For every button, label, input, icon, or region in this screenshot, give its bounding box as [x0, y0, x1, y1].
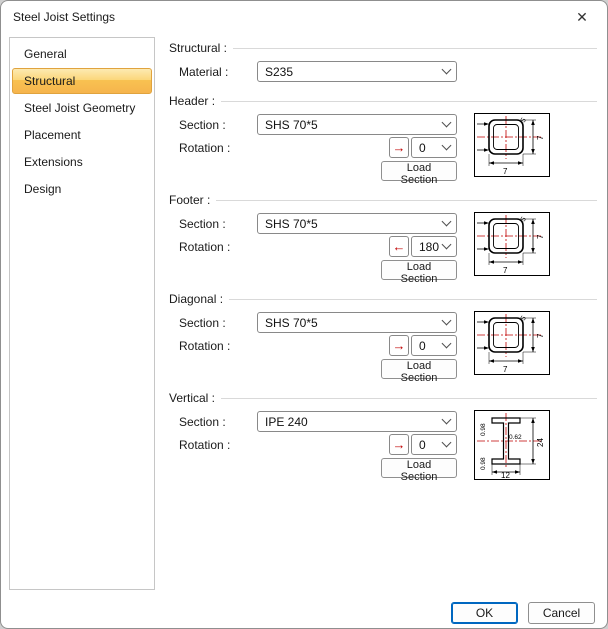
chevron-down-icon [442, 438, 452, 448]
header-section-preview: 7 7 5 [474, 113, 550, 177]
sidebar-item-extensions[interactable]: Extensions [12, 149, 152, 175]
group-divider [229, 299, 597, 300]
shs-section-diagram: 7 7 5 [474, 113, 550, 177]
chevron-down-icon [442, 415, 452, 425]
rotation-value: 0 [419, 339, 439, 353]
sidebar-item-general[interactable]: General [12, 41, 152, 67]
chevron-down-icon [442, 141, 452, 151]
group-footer: Footer : Section : SHS 70*5 Ro [169, 191, 597, 281]
group-vertical: Vertical : Section : IPE 240 R [169, 389, 597, 480]
group-divider [221, 101, 597, 102]
vertical-section-combobox[interactable]: IPE 240 [257, 411, 457, 432]
svg-text:0.98: 0.98 [480, 423, 487, 436]
group-title-diagonal: Diagonal : [169, 292, 229, 306]
section-value: SHS 70*5 [265, 217, 439, 231]
title-bar: Steel Joist Settings ✕ [1, 1, 607, 33]
section-label: Section : [179, 415, 257, 429]
rotation-arrow-icon: → [393, 438, 406, 451]
group-title-footer: Footer : [169, 193, 216, 207]
section-label: Section : [179, 316, 257, 330]
rotation-label: Rotation : [179, 141, 257, 155]
shs-section-diagram: 7 7 5 [474, 311, 550, 375]
svg-text:0.62: 0.62 [509, 434, 522, 441]
svg-text:12: 12 [501, 471, 510, 480]
group-structural: Structural : Material : S235 [169, 39, 597, 83]
vertical-load-section-button[interactable]: Load Section [381, 458, 457, 478]
material-value: S235 [265, 65, 439, 79]
dialog-footer: OK Cancel [1, 596, 607, 629]
header-rotation-combobox[interactable]: 0 [411, 137, 457, 158]
diagonal-rotation-combobox[interactable]: 0 [411, 335, 457, 356]
settings-nav: General Structural Steel Joist Geometry … [9, 37, 155, 590]
rotation-arrow-icon: → [393, 141, 406, 154]
svg-text:7: 7 [503, 167, 508, 176]
svg-text:7: 7 [536, 234, 545, 239]
chevron-down-icon [442, 217, 452, 227]
vertical-section-preview: 0.98 0.98 0.62 24 [474, 410, 550, 480]
vertical-rotation-direction-button[interactable]: → [389, 434, 409, 455]
header-load-section-button[interactable]: Load Section [381, 161, 457, 181]
rotation-label: Rotation : [179, 339, 257, 353]
section-value: IPE 240 [265, 415, 439, 429]
section-value: SHS 70*5 [265, 118, 439, 132]
group-divider [233, 48, 597, 49]
diagonal-section-preview: 7 7 5 [474, 311, 550, 375]
dialog-body: General Structural Steel Joist Geometry … [1, 33, 607, 596]
diagonal-load-section-button[interactable]: Load Section [381, 359, 457, 379]
rotation-arrow-icon: ← [393, 240, 406, 253]
chevron-down-icon [442, 118, 452, 128]
cancel-button[interactable]: Cancel [528, 602, 595, 624]
group-title-structural: Structural : [169, 41, 233, 55]
group-header: Header : Section : SHS 70*5 Ro [169, 92, 597, 182]
material-label: Material : [179, 65, 257, 79]
rotation-value: 180 [419, 240, 439, 254]
rotation-label: Rotation : [179, 438, 257, 452]
svg-text:7: 7 [536, 333, 545, 338]
section-label: Section : [179, 217, 257, 231]
group-divider [216, 200, 597, 201]
steel-joist-settings-dialog: Steel Joist Settings ✕ General Structura… [0, 0, 608, 629]
chevron-down-icon [442, 339, 452, 349]
svg-text:0.98: 0.98 [480, 457, 487, 470]
svg-text:7: 7 [503, 266, 508, 275]
group-title-header: Header : [169, 94, 221, 108]
sidebar-item-structural[interactable]: Structural [12, 68, 152, 94]
material-combobox[interactable]: S235 [257, 61, 457, 82]
rotation-arrow-icon: → [393, 339, 406, 352]
ok-button[interactable]: OK [451, 602, 518, 624]
settings-panel: Structural : Material : S235 [155, 33, 607, 596]
svg-text:7: 7 [536, 135, 545, 140]
diagonal-section-combobox[interactable]: SHS 70*5 [257, 312, 457, 333]
section-label: Section : [179, 118, 257, 132]
footer-rotation-combobox[interactable]: 180 [411, 236, 457, 257]
chevron-down-icon [442, 240, 452, 250]
footer-section-combobox[interactable]: SHS 70*5 [257, 213, 457, 234]
group-title-vertical: Vertical : [169, 391, 221, 405]
diagonal-rotation-direction-button[interactable]: → [389, 335, 409, 356]
chevron-down-icon [442, 316, 452, 326]
rotation-label: Rotation : [179, 240, 257, 254]
window-title: Steel Joist Settings [13, 10, 115, 24]
rotation-value: 0 [419, 141, 439, 155]
footer-load-section-button[interactable]: Load Section [381, 260, 457, 280]
svg-text:7: 7 [503, 365, 508, 374]
rotation-value: 0 [419, 438, 439, 452]
group-diagonal: Diagonal : Section : SHS 70*5 [169, 290, 597, 380]
sidebar-item-placement[interactable]: Placement [12, 122, 152, 148]
chevron-down-icon [442, 65, 452, 75]
close-icon[interactable]: ✕ [565, 4, 599, 30]
group-divider [221, 398, 597, 399]
svg-text:24: 24 [536, 438, 545, 447]
section-value: SHS 70*5 [265, 316, 439, 330]
footer-section-preview: 7 7 5 [474, 212, 550, 276]
header-rotation-direction-button[interactable]: → [389, 137, 409, 158]
footer-rotation-direction-button[interactable]: ← [389, 236, 409, 257]
shs-section-diagram: 7 7 5 [474, 212, 550, 276]
header-section-combobox[interactable]: SHS 70*5 [257, 114, 457, 135]
sidebar-item-design[interactable]: Design [12, 176, 152, 202]
vertical-rotation-combobox[interactable]: 0 [411, 434, 457, 455]
sidebar-item-steel-joist-geometry[interactable]: Steel Joist Geometry [12, 95, 152, 121]
ipe-section-diagram: 0.98 0.98 0.62 24 [474, 410, 550, 480]
